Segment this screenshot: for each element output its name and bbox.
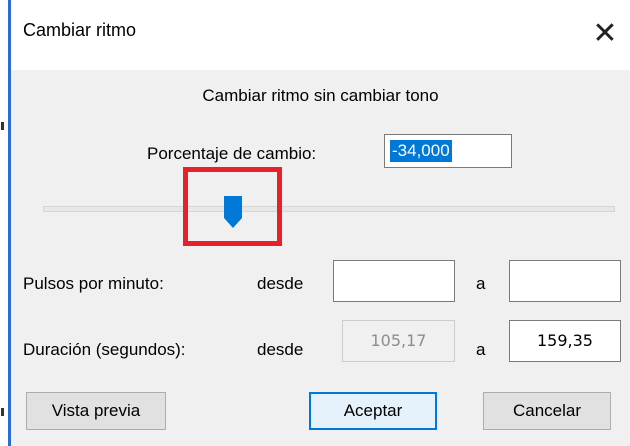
edge-mark bbox=[1, 408, 4, 416]
preview-button[interactable]: Vista previa bbox=[26, 392, 166, 430]
bpm-to-input[interactable] bbox=[509, 260, 621, 302]
title-bar: Cambiar ritmo ✕ bbox=[11, 0, 630, 70]
duration-from-label: desde bbox=[257, 340, 304, 359]
window-edge bbox=[0, 0, 8, 446]
percent-value: -34,000 bbox=[390, 140, 452, 162]
edge-mark bbox=[1, 122, 4, 130]
bpm-label: Pulsos por minuto: bbox=[23, 274, 164, 293]
duration-to-label: a bbox=[476, 340, 486, 359]
accept-button[interactable]: Aceptar bbox=[309, 392, 437, 430]
percent-input[interactable]: -34,000 bbox=[384, 134, 512, 168]
dialog-subtitle: Cambiar ritmo sin cambiar tono bbox=[202, 86, 439, 105]
bpm-from-input[interactable] bbox=[333, 260, 455, 302]
dialog-title: Cambiar ritmo bbox=[23, 20, 137, 40]
duration-to-input[interactable]: 159,35 bbox=[509, 320, 621, 362]
dialog-body: Cambiar ritmo sin cambiar tono Porcentaj… bbox=[11, 70, 630, 446]
duration-from-input: 105,17 bbox=[342, 320, 455, 362]
bpm-to-label: a bbox=[476, 274, 486, 293]
close-icon[interactable]: ✕ bbox=[587, 8, 623, 60]
slider-highlight-box bbox=[183, 167, 282, 246]
percent-label: Porcentaje de cambio: bbox=[147, 144, 317, 163]
duration-label: Duración (segundos): bbox=[23, 340, 186, 359]
cancel-button[interactable]: Cancelar bbox=[483, 392, 611, 430]
bpm-from-label: desde bbox=[257, 274, 304, 293]
tempo-slider-track[interactable] bbox=[43, 206, 615, 212]
